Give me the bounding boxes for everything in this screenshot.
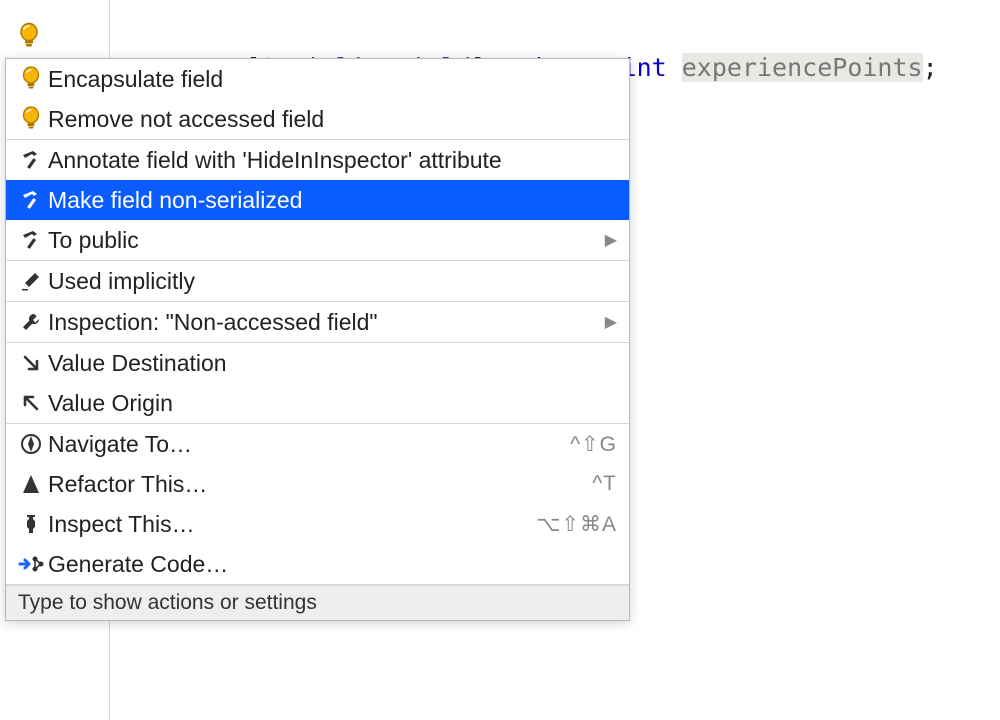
menu-item-inspect-this[interactable]: Inspect This…⌥⇧⌘A — [6, 504, 629, 544]
menu-item-label: Used implicitly — [48, 268, 617, 295]
menu-item-label: Make field non-serialized — [48, 187, 617, 214]
menu-item-label: Encapsulate field — [48, 66, 617, 93]
compass-icon — [14, 433, 48, 455]
hammer-icon — [14, 228, 48, 252]
mag-icon — [14, 513, 48, 535]
intention-bulb[interactable] — [18, 22, 40, 50]
menu-item-label: Value Origin — [48, 390, 617, 417]
menu-group: Inspection: "Non-accessed field" ▶ — [6, 302, 629, 343]
menu-group: Used implicitly — [6, 261, 629, 302]
field-name-highlighted[interactable]: experiencePoints — [682, 53, 923, 82]
menu-item-value-origin[interactable]: Value Origin — [6, 383, 629, 423]
menu-item-label: Annotate field with 'HideInInspector' at… — [48, 147, 617, 174]
menu-footer[interactable]: Type to show actions or settings — [6, 585, 629, 620]
menu-item-label: Inspection: "Non-accessed field" — [48, 309, 597, 336]
menu-item-inspection-non-accessed-field[interactable]: Inspection: "Non-accessed field" ▶ — [6, 302, 629, 342]
chevron-right-icon: ▶ — [605, 230, 617, 250]
menu-item-label: Generate Code… — [48, 551, 617, 578]
menu-group: Annotate field with 'HideInInspector' at… — [6, 140, 629, 261]
bulb-icon — [14, 106, 48, 132]
context-actions-menu[interactable]: Encapsulate field Remove not accessed fi… — [5, 58, 630, 621]
menu-item-label: Inspect This… — [48, 511, 536, 538]
menu-item-shortcut: ⌥⇧⌘A — [536, 512, 617, 537]
bulb-icon — [14, 66, 48, 92]
menu-item-refactor-this[interactable]: Refactor This…^T — [6, 464, 629, 504]
menu-item-shortcut: ^T — [592, 472, 617, 496]
menu-item-shortcut: ^⇧G — [570, 432, 617, 457]
gen-icon — [14, 554, 48, 574]
menu-item-label: Navigate To… — [48, 431, 570, 458]
menu-group: Value Destination Value Origin — [6, 343, 629, 424]
menu-item-generate-code[interactable]: Generate Code… — [6, 544, 629, 584]
semicolon: ; — [923, 53, 938, 82]
menu-item-label: To public — [48, 227, 597, 254]
wrench-icon — [14, 311, 48, 333]
chevron-right-icon: ▶ — [605, 312, 617, 332]
menu-group: Encapsulate field Remove not accessed fi… — [6, 59, 629, 140]
menu-item-used-implicitly[interactable]: Used implicitly — [6, 261, 629, 301]
menu-group: Navigate To…^⇧G Refactor This…^T Inspect… — [6, 424, 629, 585]
arrow-nw-icon — [14, 393, 48, 413]
menu-item-to-public[interactable]: To public ▶ — [6, 220, 629, 260]
editor-area: [SerializeField] private int experienceP… — [0, 0, 1000, 720]
menu-item-make-field-non-serialized[interactable]: Make field non-serialized — [6, 180, 629, 220]
menu-item-label: Remove not accessed field — [48, 106, 617, 133]
arrow-se-icon — [14, 353, 48, 373]
pen-icon — [14, 270, 48, 292]
menu-item-remove-not-accessed-field[interactable]: Remove not accessed field — [6, 99, 629, 139]
keyword-int: int — [622, 53, 682, 82]
menu-item-label: Value Destination — [48, 350, 617, 377]
menu-item-navigate-to[interactable]: Navigate To…^⇧G — [6, 424, 629, 464]
menu-item-value-destination[interactable]: Value Destination — [6, 343, 629, 383]
hammer-icon — [14, 188, 48, 212]
tri-icon — [14, 473, 48, 495]
menu-item-annotate-field-with-hideininspector-attr[interactable]: Annotate field with 'HideInInspector' at… — [6, 140, 629, 180]
menu-item-encapsulate-field[interactable]: Encapsulate field — [6, 59, 629, 99]
hammer-icon — [14, 148, 48, 172]
menu-item-label: Refactor This… — [48, 471, 592, 498]
